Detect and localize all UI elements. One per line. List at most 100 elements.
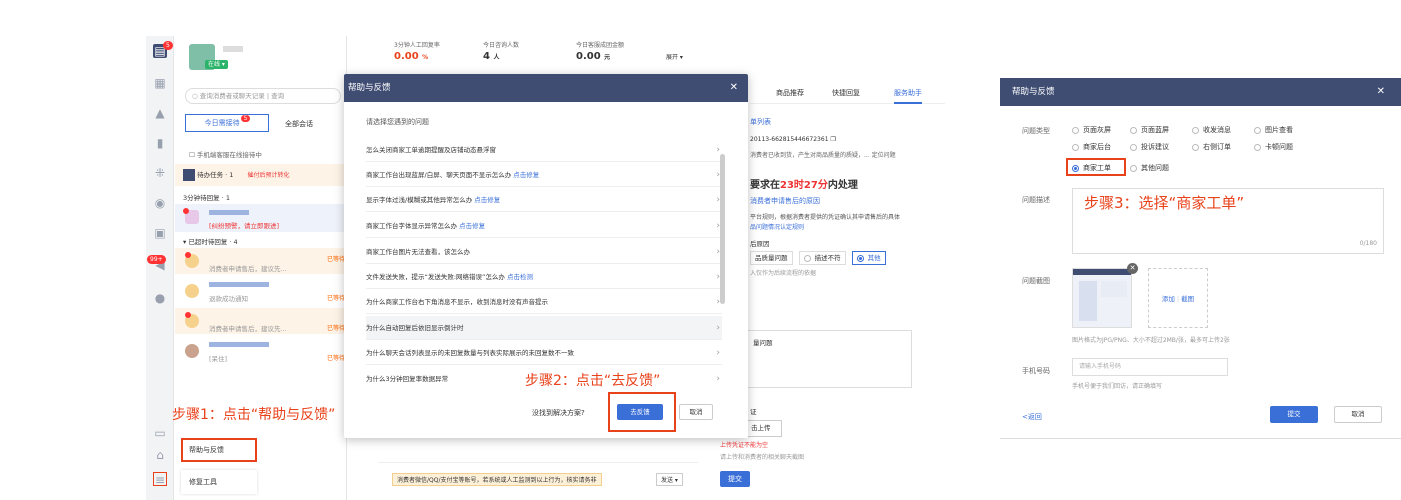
- modal-subtitle: 请选择您遇到的问题: [366, 118, 429, 126]
- home-icon[interactable]: ⌂: [153, 448, 167, 462]
- chart-icon[interactable]: ▮: [153, 136, 167, 150]
- briefcase-icon[interactable]: ▭: [153, 426, 167, 440]
- chat-icon[interactable]: ▤ 5: [153, 41, 173, 58]
- copy-icon[interactable]: ❐: [830, 136, 835, 143]
- option-other[interactable]: 其他问题: [1130, 163, 1169, 173]
- option-blue-screen[interactable]: 页面蓝屏: [1130, 125, 1169, 135]
- list-item[interactable]: 退款成功通知 已等待: [175, 278, 347, 304]
- question-item[interactable]: 为什么自动回复后依旧显示倒计时 ›: [366, 316, 722, 340]
- option-backend[interactable]: 商家后台: [1072, 142, 1111, 152]
- expand-label: 展开: [666, 54, 679, 61]
- question-item[interactable]: 为什么聊天会话列表显示的未回复数量与列表实际展示的未回复数不一致 ›: [366, 341, 722, 365]
- order-desc-text: 消费者已收到货，产生对商品质量的质疑，...: [750, 152, 870, 159]
- question-item[interactable]: 怎么关闭商家工单逾期提醒及店铺动态悬浮窗 ›: [366, 138, 722, 162]
- add-link[interactable]: 添加: [1162, 295, 1175, 303]
- search-button[interactable]: 查询: [271, 92, 284, 100]
- tab-all[interactable]: 全部会话: [285, 119, 313, 129]
- back-link[interactable]: <返回: [1022, 412, 1042, 422]
- cancel-button[interactable]: 取消: [1334, 406, 1382, 423]
- users-icon[interactable]: ●: [153, 291, 167, 305]
- warn-banner: 消费者微信/QQ/支付宝等账号，若系统或人工监测到以上行为，核实请务非: [392, 473, 602, 486]
- tab-service-assistant[interactable]: 服务助手: [894, 88, 922, 104]
- divider: [1000, 438, 1401, 439]
- step1-annotation: 步骤1：点击“帮助与反馈”: [172, 407, 336, 423]
- list-item[interactable]: [呆住] 已等待: [175, 338, 347, 364]
- shot-label: 问题截图: [1022, 277, 1050, 285]
- option-label: 投诉建议: [1141, 143, 1169, 151]
- target-icon[interactable]: ◉: [153, 196, 167, 210]
- expand-button[interactable]: 展开 ▾: [666, 52, 683, 61]
- list-link[interactable]: 单列表: [750, 117, 771, 127]
- remove-icon[interactable]: ✕: [1127, 263, 1138, 274]
- desc-counter: 0/180: [1359, 240, 1377, 247]
- rule-link[interactable]: 品问题情况认定规则: [750, 222, 804, 231]
- list-item[interactable]: 消费者申请售后，建议先... 已等待: [175, 248, 347, 274]
- option-merchant-ticket[interactable]: 商家工单: [1072, 163, 1111, 173]
- option-complaint[interactable]: 投诉建议: [1130, 142, 1169, 152]
- question-item[interactable]: 为什么商家工作台右下角消息不显示，收到消息时没有声音提示 ›: [366, 290, 722, 314]
- repair-tool-menu-item[interactable]: 修复工具: [181, 470, 257, 494]
- form-title: 帮助与反馈: [1012, 87, 1055, 97]
- option-images[interactable]: 图片查看: [1254, 125, 1293, 135]
- question-item[interactable]: 显示字体过浅/模糊或其他异常怎么办 点击修复 ›: [366, 188, 722, 212]
- chevron-right-icon: ›: [716, 323, 720, 333]
- stat-number: 0.00: [576, 51, 601, 62]
- deadline-pre: 要求在: [750, 180, 780, 191]
- send-button[interactable]: 发送 ▾: [656, 473, 683, 486]
- option-gray-screen[interactable]: 页面灰屏: [1072, 125, 1111, 135]
- megaphone-icon[interactable]: ◀ 99+: [147, 255, 167, 272]
- bag-icon[interactable]: ▲: [153, 106, 167, 120]
- stat-value: 0.00 元: [576, 51, 610, 62]
- rule-text: 平台规则，根据消费者提供的凭证确认其申请售后的具体: [750, 214, 901, 221]
- cause-quality[interactable]: 品质量问题: [750, 251, 793, 265]
- tab-quick-reply[interactable]: 快捷回复: [832, 88, 860, 98]
- cause-mismatch[interactable]: 描述不符: [798, 251, 846, 265]
- issue-textarea[interactable]: 量问题: [740, 330, 912, 388]
- panel-submit-button[interactable]: 提交: [720, 471, 750, 487]
- feedback-button[interactable]: 去反馈: [617, 404, 663, 420]
- question-link[interactable]: 点击修复: [513, 171, 539, 179]
- reason-link[interactable]: 消费者申请售后的原因: [750, 196, 820, 206]
- avatar: [185, 284, 199, 298]
- locate-link[interactable]: 定位问题: [872, 152, 896, 159]
- order-text: 20113-662815446672361: [750, 136, 829, 143]
- stat-value: 0.00 %: [394, 51, 428, 62]
- question-link[interactable]: 点击修复: [474, 196, 500, 204]
- option-lag[interactable]: 卡顿问题: [1254, 142, 1293, 152]
- cancel-button[interactable]: 取消: [679, 404, 713, 420]
- help-feedback-menu-item[interactable]: 帮助与反馈: [181, 438, 257, 462]
- option-orders[interactable]: 右侧订单: [1192, 142, 1231, 152]
- capture-link[interactable]: 截图: [1181, 295, 1194, 303]
- list-item[interactable]: 消费者申请售后，建议先... 已等待: [175, 308, 347, 334]
- overtime-header[interactable]: ▾ 已超时待回复 · 4: [175, 236, 347, 246]
- radio-icon: [803, 254, 811, 262]
- tab-products[interactable]: 商品推荐: [776, 88, 804, 98]
- close-icon[interactable]: ✕: [730, 74, 738, 102]
- question-link[interactable]: 点击修复: [459, 222, 485, 230]
- doc-icon[interactable]: ▦: [153, 76, 167, 90]
- close-icon[interactable]: ✕: [1377, 78, 1385, 106]
- stat-unit: 人: [493, 54, 500, 61]
- dispute-row[interactable]: [纠纷预警，请立即跟进]: [175, 204, 347, 232]
- stat-unit: 元: [604, 54, 611, 61]
- phone-input[interactable]: 请输入手机号码: [1072, 358, 1228, 376]
- cause-options: 品质量问题 描述不符 其他: [750, 251, 886, 265]
- submit-button[interactable]: 提交: [1270, 406, 1318, 423]
- calendar-icon[interactable]: ▣: [153, 226, 167, 240]
- add-screenshot-box[interactable]: 添加 | 截图: [1148, 268, 1208, 328]
- question-link[interactable]: 点击检测: [507, 273, 533, 281]
- option-messages[interactable]: 收发消息: [1192, 125, 1231, 135]
- question-item[interactable]: 商家工作台图片无法查看，该怎么办 ›: [366, 240, 722, 264]
- search-input[interactable]: ○ 查询消费者或聊天记录 | 查询: [185, 88, 341, 104]
- phone-notice: ☐ 手机端客服在线接待中: [189, 151, 262, 159]
- todo-row[interactable]: 待办任务 · 1 催付后预计转化: [175, 164, 347, 186]
- scrollbar[interactable]: [720, 154, 725, 304]
- question-item[interactable]: 商家工作台出现蓝屏/白屏、聊天页面不显示怎么办 点击修复 ›: [366, 163, 722, 187]
- tab-today[interactable]: 今日需接待5: [185, 114, 269, 132]
- question-item[interactable]: 商家工作台字体显示异常怎么办 点击修复 ›: [366, 214, 722, 238]
- question-item[interactable]: 文件发送失败，提示“发送失败:网络错误”怎么办 点击检测 ›: [366, 265, 722, 289]
- menu-icon[interactable]: ≡: [153, 472, 167, 487]
- status-badge[interactable]: 在线 ▾: [205, 60, 228, 69]
- grid-icon[interactable]: ⁜: [153, 166, 167, 180]
- cause-other[interactable]: 其他: [851, 251, 886, 265]
